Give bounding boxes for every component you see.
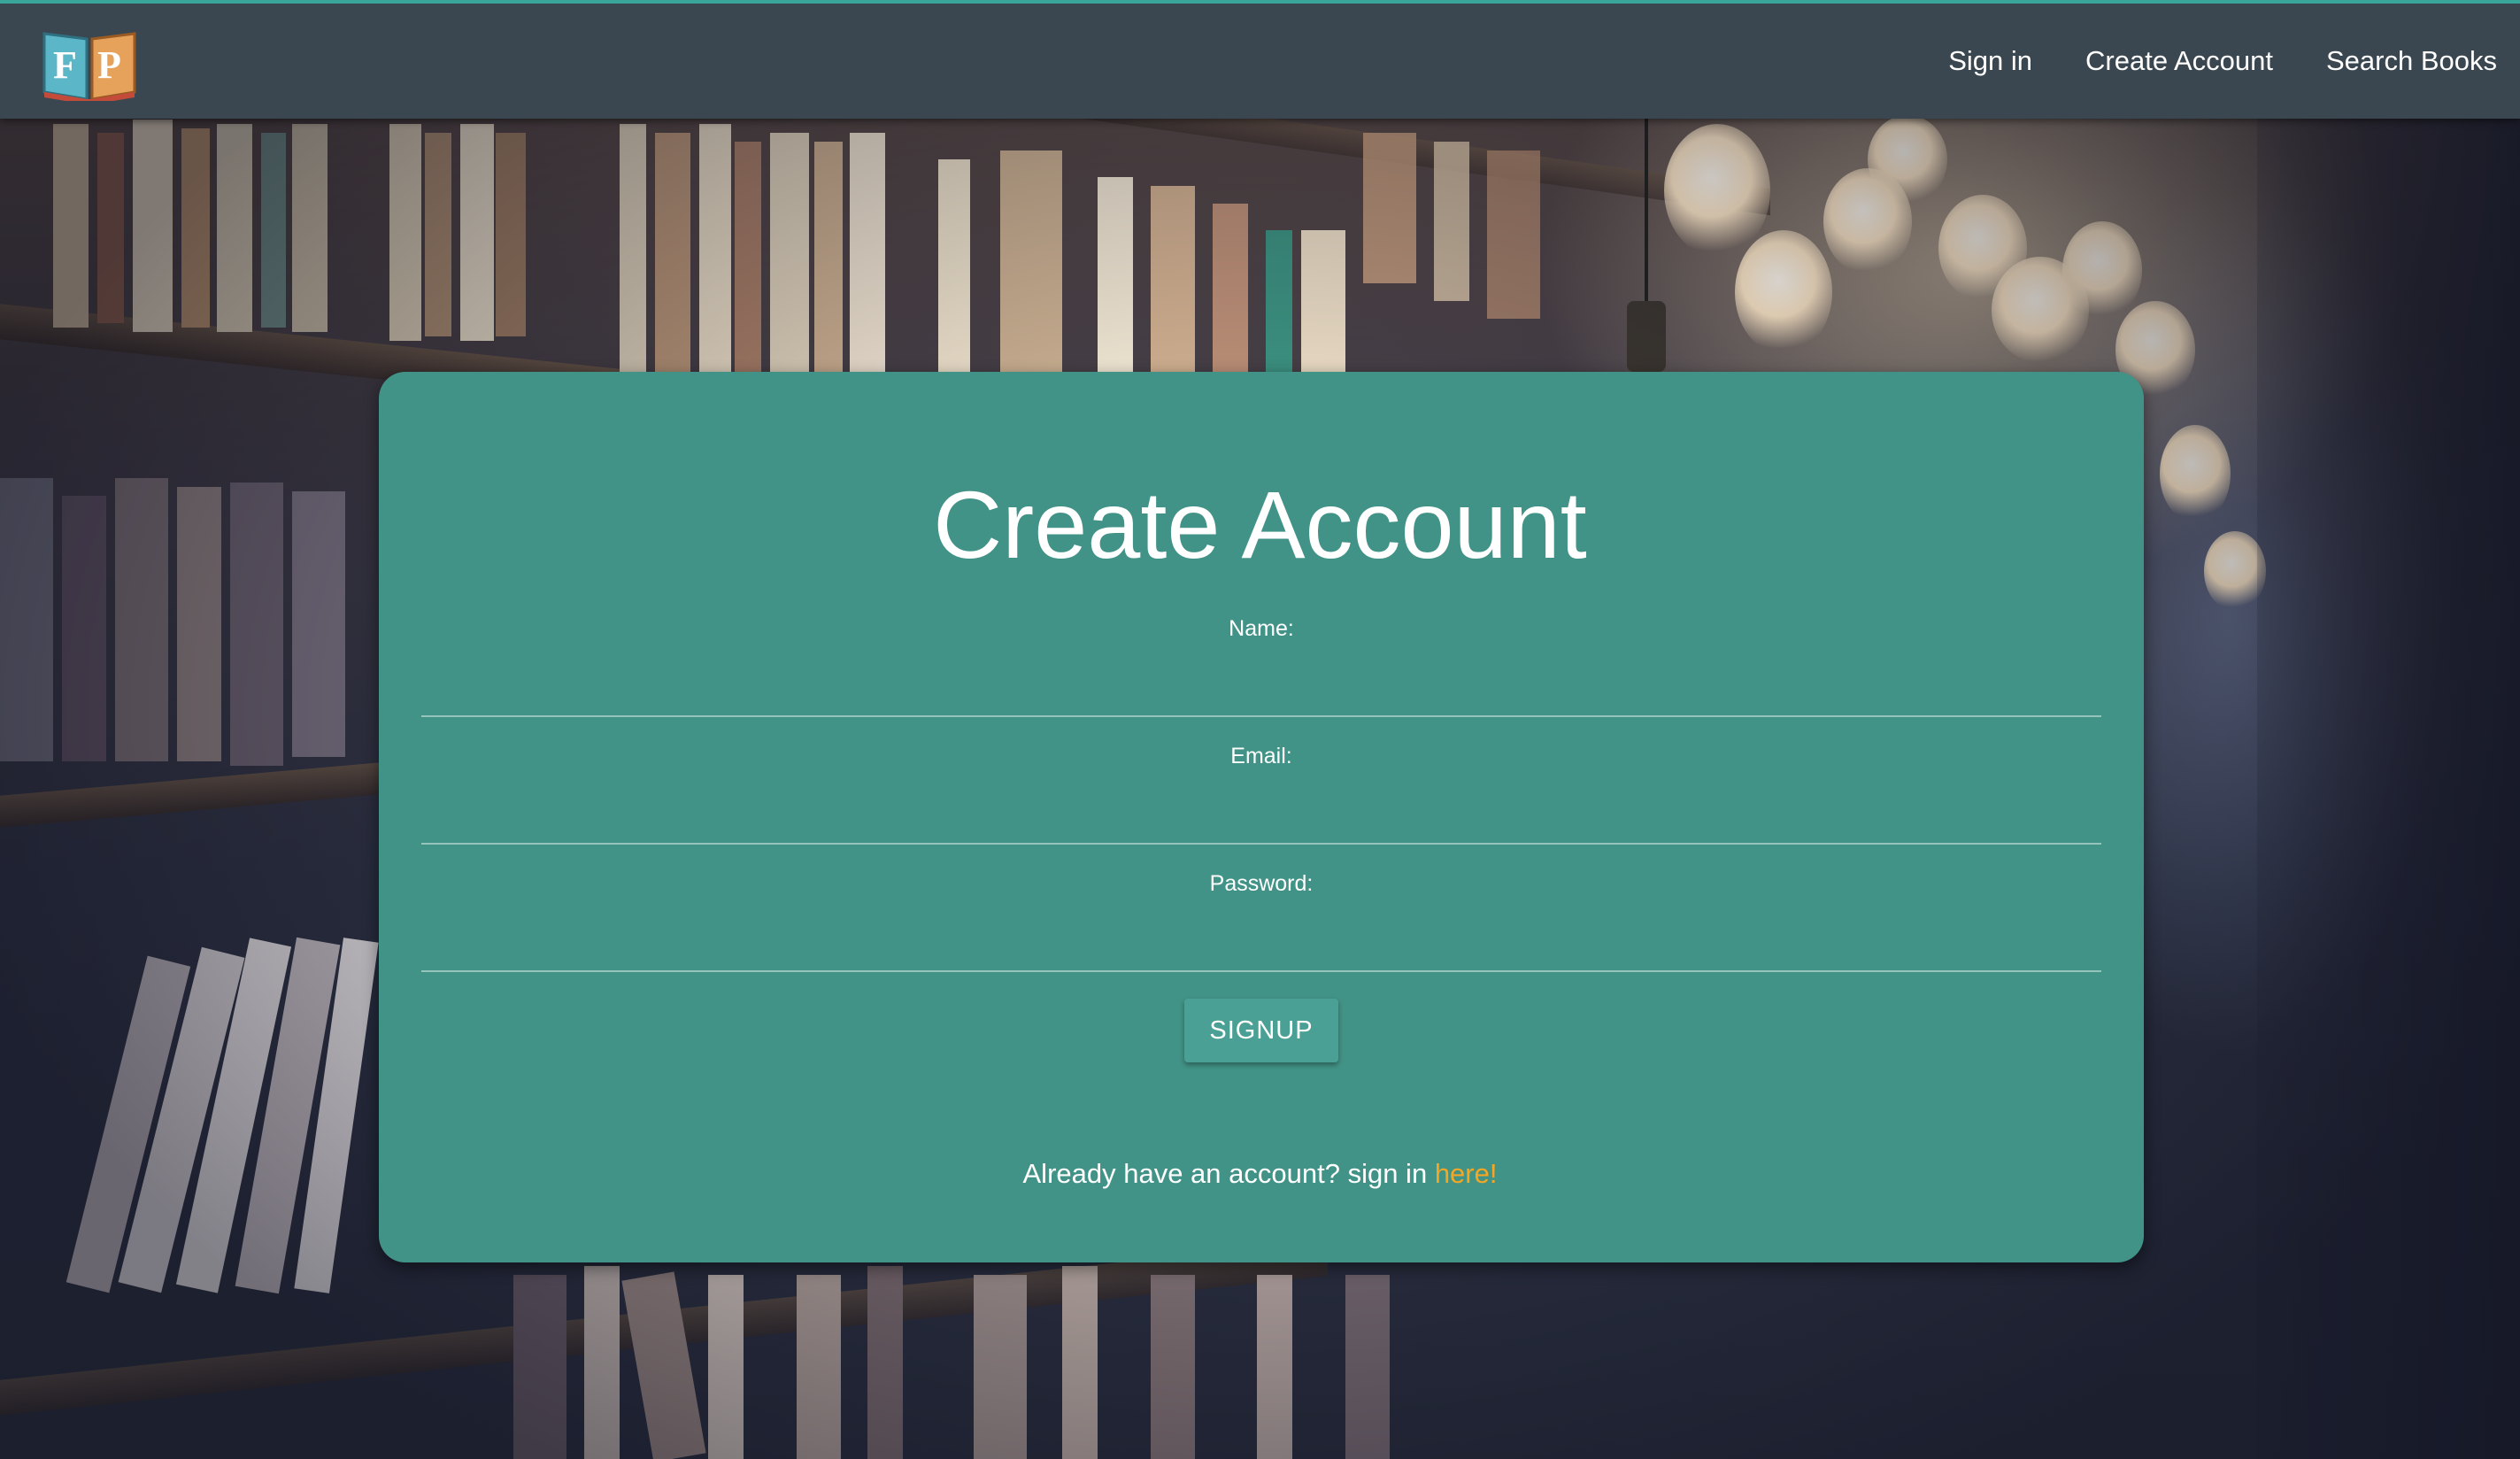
name-input[interactable] — [421, 655, 2101, 717]
name-label: Name: — [1229, 616, 1294, 641]
create-account-form: Create Account Name: Email: Password: SI… — [0, 0, 2520, 1459]
signup-button[interactable]: SIGNUP — [1184, 999, 1338, 1062]
email-field: Email: — [421, 744, 2101, 859]
form-title: Create Account — [933, 471, 1587, 578]
email-input[interactable] — [421, 783, 2101, 845]
name-field: Name: — [421, 616, 2101, 731]
sign-in-here-link[interactable]: here! — [1435, 1158, 1498, 1189]
sign-in-prompt-text: Already have an account? sign in — [1022, 1158, 1435, 1189]
email-label: Email: — [1230, 744, 1292, 768]
password-field: Password: — [421, 871, 2101, 986]
password-label: Password: — [1209, 871, 1314, 896]
password-input[interactable] — [421, 910, 2101, 972]
sign-in-prompt: Already have an account? sign in here! — [0, 1158, 2520, 1190]
